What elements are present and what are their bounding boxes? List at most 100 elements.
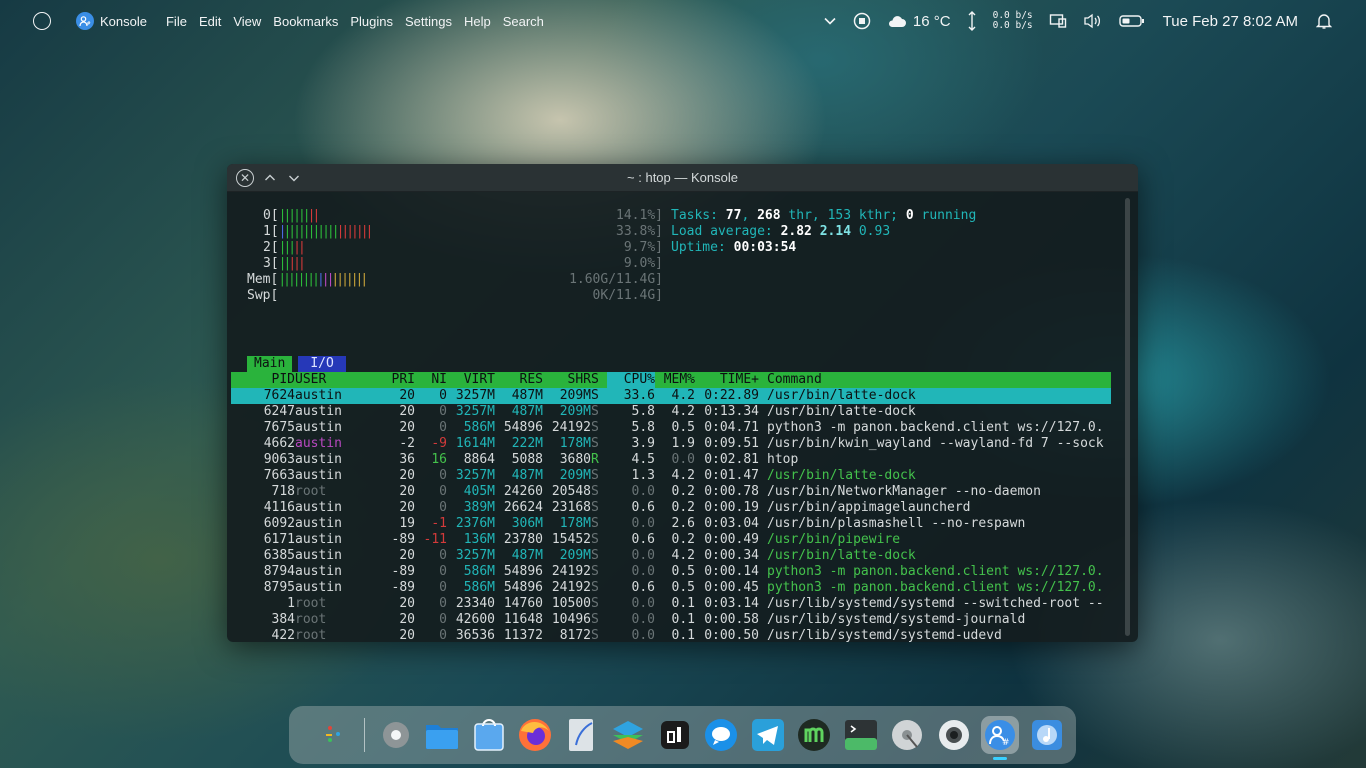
cpu-meter-3: 3[|||||: [263, 256, 306, 271]
cell-s: S: [591, 500, 599, 515]
process-row[interactable]: 4662 austin -2 -9 1614M 222M 178M S 3.9 1.9 0:09.5…: [231, 436, 1111, 452]
cell-virt: 586M: [463, 580, 495, 595]
process-row[interactable]: 6385 austin 20 0 3257M 487M 209M S 0.0 4.2 0:00.34…: [231, 548, 1111, 564]
column-header-user[interactable]: USER: [295, 372, 375, 388]
tasks-meter: Tasks: 77, 268 thr, 153 kthr; 0 running: [671, 208, 977, 223]
files-icon[interactable]: [423, 716, 461, 754]
process-row[interactable]: 718 root 20 0 405M 24260 20548 S 0.0 0.2 0:00.78/u…: [231, 484, 1111, 500]
process-row[interactable]: 4116 austin 20 0 389M 26624 23168 S 0.6 0.2 0:00.1…: [231, 500, 1111, 516]
column-header-ni[interactable]: NI: [423, 372, 447, 388]
music-icon[interactable]: [1028, 716, 1066, 754]
cell-virt: 2376M: [455, 516, 495, 531]
menu-item-file[interactable]: File: [166, 14, 187, 29]
column-header-virt[interactable]: VIRT: [455, 372, 495, 388]
column-header-cpu[interactable]: CPU%: [615, 372, 655, 388]
process-row[interactable]: 8795 austin -89 0 586M 54896 24192 S 0.6 0.5 0:00.…: [231, 580, 1111, 596]
cell-pid: 7675: [263, 420, 295, 435]
menu-item-view[interactable]: View: [233, 14, 261, 29]
process-row[interactable]: 6092 austin 19 -1 2376M 306M 178M S 0.0 2.6 0:03.0…: [231, 516, 1111, 532]
cell-cpu: 0.0: [631, 564, 655, 579]
process-row[interactable]: 1 root 20 0 23340 14760 10500 S 0.0 0.1 0:03.14/us…: [231, 596, 1111, 612]
terminal-view[interactable]: 0[|||||||| 1[||||||||||||||||||| 2[|||||…: [231, 200, 1111, 642]
konsole-icon[interactable]: #: [981, 716, 1019, 760]
process-row[interactable]: 7624 austin 20 0 3257M 487M 209M S 33.6 4.2 0:22.8…: [231, 388, 1111, 404]
cell-pri: -89: [391, 580, 415, 595]
active-app-name[interactable]: Konsole: [100, 14, 147, 29]
window-titlebar[interactable]: ✕ ~ : htop — Konsole: [227, 164, 1138, 192]
chat-icon[interactable]: [702, 716, 740, 754]
battery-icon[interactable]: [1118, 14, 1145, 28]
menu-item-plugins[interactable]: Plugins: [350, 14, 393, 29]
cell-pri: 20: [399, 404, 415, 419]
cell-s: S: [591, 628, 599, 642]
cell-ni: -1: [431, 516, 447, 531]
process-row[interactable]: 8794 austin -89 0 586M 54896 24192 S 0.0 0.5 0:00.…: [231, 564, 1111, 580]
cell-shr: 209M: [559, 468, 591, 483]
stack-icon[interactable]: [609, 716, 647, 754]
process-row[interactable]: 7663 austin 20 0 3257M 487M 209M S 1.3 4.2 0:01.47…: [231, 468, 1111, 484]
bell-icon[interactable]: [1316, 12, 1332, 30]
menu-item-help[interactable]: Help: [464, 14, 491, 29]
network-activity-icon[interactable]: [967, 11, 977, 31]
chevron-down-icon[interactable]: [286, 170, 302, 186]
menu-item-bookmarks[interactable]: Bookmarks: [273, 14, 338, 29]
menu-item-search[interactable]: Search: [503, 14, 544, 29]
eye-icon[interactable]: [935, 716, 973, 754]
close-icon[interactable]: ✕: [236, 168, 254, 187]
firefox-icon[interactable]: [516, 716, 554, 754]
process-row[interactable]: 7675 austin 20 0 586M 54896 24192 S 5.8 0.5 0:04.7…: [231, 420, 1111, 436]
cell-cmd: /usr/bin/latte-dock: [767, 404, 916, 419]
column-header-pid[interactable]: PID: [255, 372, 295, 388]
cell-s: S: [591, 596, 599, 611]
column-header-time[interactable]: TIME+: [703, 372, 759, 388]
process-row[interactable]: 6171 austin -89 -11 136M 23780 15452 S 0.6 0.2 0:0…: [231, 532, 1111, 548]
cell-user: austin: [295, 452, 342, 467]
disk-icon[interactable]: [888, 716, 926, 754]
terminal-icon[interactable]: [842, 716, 880, 754]
scrollbar[interactable]: [1125, 198, 1130, 636]
column-header-mem[interactable]: MEM%: [663, 372, 695, 388]
cell-mem: 0.2: [671, 500, 695, 515]
column-header-cmd[interactable]: Command: [767, 372, 1119, 388]
telegram-icon[interactable]: [749, 716, 787, 754]
chevron-up-icon[interactable]: [262, 170, 278, 186]
cell-pri: 19: [399, 516, 415, 531]
cell-ni: 0: [439, 580, 447, 595]
menu-item-edit[interactable]: Edit: [199, 14, 221, 29]
mint-icon[interactable]: [795, 716, 833, 754]
notes-icon[interactable]: [656, 716, 694, 754]
cell-shr: 15452: [551, 532, 591, 547]
process-row[interactable]: 6247 austin 20 0 3257M 487M 209M S 5.8 4.2 0:13.34…: [231, 404, 1111, 420]
cell-res: 487M: [511, 468, 543, 483]
store-icon[interactable]: [470, 716, 508, 754]
column-header-res[interactable]: RES: [503, 372, 543, 388]
column-header-shr[interactable]: SHR: [551, 372, 591, 388]
clock[interactable]: Tue Feb 27 8:02 AM: [1163, 13, 1298, 30]
process-row[interactable]: 422 root 20 0 36536 11372 8172 S 0.0 0.1 0:00.50/u…: [231, 628, 1111, 642]
tab-io[interactable]: I/O: [298, 356, 346, 372]
menu-item-settings[interactable]: Settings: [405, 14, 452, 29]
app-grid-icon[interactable]: [315, 716, 353, 754]
launcher-icon[interactable]: [33, 12, 51, 30]
display-icon[interactable]: [1049, 13, 1067, 29]
cell-res: 11648: [503, 612, 543, 627]
cell-time: 0:02.81: [704, 452, 759, 467]
weather-widget[interactable]: 16 °C: [887, 13, 951, 30]
process-row[interactable]: 384 root 20 0 42600 11648 10496 S 0.0 0.1 0:00.58 /…: [231, 612, 1111, 628]
settings-icon[interactable]: [377, 716, 415, 754]
cell-s: S: [591, 420, 599, 435]
cell-virt: 136M: [463, 532, 495, 547]
chevron-down-icon[interactable]: [823, 14, 837, 28]
column-header-pri[interactable]: PRI: [391, 372, 415, 388]
process-row[interactable]: 9063 austin 36 16 8864 5088 3680 R 4.5 0.0 0:02.81…: [231, 452, 1111, 468]
cell-pri: 20: [399, 500, 415, 515]
volume-icon[interactable]: [1083, 13, 1103, 29]
column-header-s[interactable]: S: [591, 372, 599, 388]
cell-s: S: [591, 468, 599, 483]
cell-time: 0:03.14: [704, 596, 759, 611]
cell-cmd: /usr/lib/systemd/systemd-udevd: [767, 628, 1002, 642]
editor-icon[interactable]: [563, 716, 601, 754]
record-icon[interactable]: [853, 12, 871, 30]
network-speed[interactable]: 0.0 b/s 0.0 b/s: [993, 11, 1033, 31]
tab-main[interactable]: Main: [247, 356, 293, 372]
